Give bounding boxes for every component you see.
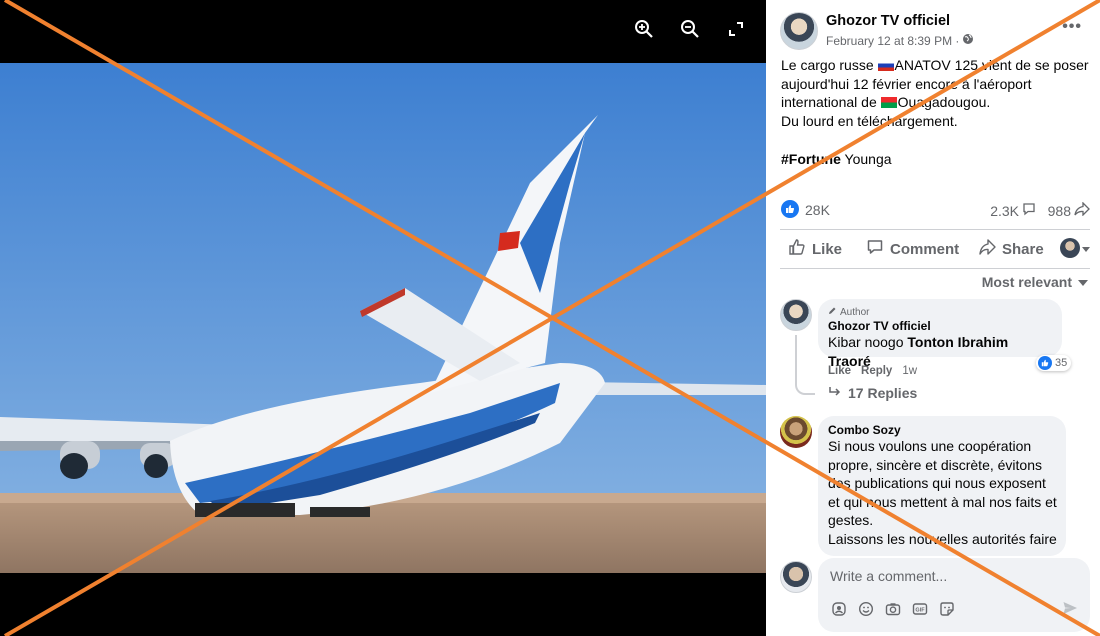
sort-label: Most relevant (981, 274, 1072, 290)
airplane-photo[interactable] (0, 63, 766, 573)
commenter-avatar[interactable] (780, 416, 812, 448)
comment-text-line: et qui nous mettent à mal nos faits et (828, 493, 1057, 510)
reactions-count[interactable]: 28K (805, 202, 830, 218)
post-panel: Ghozor TV officiel February 12 at 8:39 P… (766, 0, 1100, 636)
author-avatar[interactable] (780, 12, 818, 50)
like-label: Like (812, 240, 843, 258)
author-tag-label: Author (840, 306, 870, 318)
thread-line (795, 335, 815, 395)
caret-down-icon (1078, 274, 1088, 290)
russia-flag-icon (877, 60, 894, 71)
profile-avatar (1060, 238, 1080, 258)
post-header: Ghozor TV officiel February 12 at 8:39 P… (780, 12, 1090, 52)
replies-label: 17 Replies (848, 385, 918, 401)
comment-item: Combo Sozy Si nous voulons une coopérati… (780, 416, 1090, 556)
post-text-line: Du lourd en téléchargement. (781, 113, 958, 130)
commenter-name[interactable]: Combo Sozy (828, 423, 1055, 437)
burkina-faso-flag-icon (880, 97, 897, 109)
comment-text-line: gestes. (828, 512, 874, 528)
expand-icon[interactable] (724, 14, 748, 44)
comment-text: Si nous voulons une coopération propre, … (828, 437, 1057, 548)
pencil-icon (828, 306, 837, 318)
comment-reaction-count: 35 (1055, 357, 1068, 369)
like-button[interactable]: Like (788, 238, 842, 260)
post-text-line: aujourd'hui 12 février encore à l'aéropo… (781, 75, 1032, 92)
zoom-out-icon[interactable] (678, 14, 702, 44)
share-icon (978, 238, 996, 260)
hashtag-link[interactable]: #Fortune (781, 151, 841, 167)
shares-count: 988 (1047, 202, 1071, 219)
comment-text-line: Laissons les nouvelles autorités faire (828, 530, 1057, 547)
post-text: Le cargo russe ANATOV 125 vient de se po… (781, 56, 1093, 168)
comment-like-button[interactable]: Like (828, 365, 851, 377)
comment-input[interactable] (830, 568, 1070, 584)
shares-count-link[interactable]: 988 (1047, 201, 1090, 219)
comment-bubble-icon (1022, 202, 1036, 219)
comment-actions: Like Reply 1w (828, 365, 917, 377)
author-tag: Author (828, 306, 1051, 318)
post-text-segment: Younga (840, 150, 892, 167)
globe-icon (962, 33, 974, 48)
svg-text:GIF: GIF (915, 608, 925, 614)
composer-tools: GIF (830, 600, 956, 618)
comment-reactions[interactable]: 35 (1036, 355, 1072, 371)
comment-bubble: Combo Sozy Si nous voulons une coopérati… (818, 416, 1066, 556)
camera-icon[interactable] (884, 600, 902, 618)
gif-icon[interactable]: GIF (911, 600, 929, 618)
post-stats: 28K 2.3K 988 (781, 200, 1090, 220)
commenter-avatar[interactable] (780, 299, 812, 331)
comment-item: Author Ghozor TV officiel Kibar noogo To… (780, 299, 1090, 409)
caret-down-icon (1082, 240, 1090, 257)
airplane-image (0, 63, 766, 573)
comments-count-link[interactable]: 2.3K (990, 202, 1036, 219)
send-icon[interactable] (1062, 600, 1078, 621)
post-timestamp[interactable]: February 12 at 8:39 PM · (826, 34, 959, 48)
reply-arrow-icon (828, 385, 842, 401)
comment-text-line: des publications qui nous exposent (828, 475, 1046, 491)
view-replies-link[interactable]: 17 Replies (828, 385, 917, 401)
comment-timestamp[interactable]: 1w (902, 365, 917, 377)
author-name[interactable]: Ghozor TV officiel (826, 13, 950, 29)
divider (780, 229, 1090, 230)
share-button[interactable]: Share (978, 238, 1044, 260)
post-text-segment: Ouagadougou. (897, 94, 991, 111)
photo-viewer (0, 0, 766, 636)
comment-reply-button[interactable]: Reply (861, 365, 892, 377)
divider (780, 268, 1090, 269)
thumbs-up-icon (788, 238, 806, 260)
post-text-segment: ANATOV 125 vient de se poser (894, 57, 1089, 73)
comment-icon (866, 238, 884, 260)
post-meta: February 12 at 8:39 PM · (826, 33, 974, 48)
reaction-profile-selector[interactable] (1060, 238, 1090, 258)
comments-count: 2.3K (990, 202, 1019, 219)
share-arrow-icon (1074, 201, 1090, 219)
post-text-segment: international de (781, 94, 881, 111)
like-reaction-icon[interactable] (781, 200, 799, 218)
sticker-icon[interactable] (938, 600, 956, 618)
emoji-icon[interactable] (857, 600, 875, 618)
comment-text-line: propre, sincère et discrète, évitons (828, 456, 1042, 473)
comment-composer: GIF (780, 558, 1090, 632)
comment-text-line: Si nous voulons une coopération (828, 438, 1032, 454)
comment-sort-dropdown[interactable]: Most relevant (982, 274, 1088, 290)
commenter-name[interactable]: Ghozor TV officiel (828, 319, 1051, 333)
zoom-in-icon[interactable] (632, 14, 656, 44)
comment-bubble: Author Ghozor TV officiel Kibar noogo To… (818, 299, 1062, 369)
comment-label: Comment (890, 240, 960, 258)
post-actions: Like Comment Share (780, 236, 1090, 262)
more-options-icon[interactable]: ••• (1062, 18, 1082, 36)
my-avatar[interactable] (780, 561, 812, 593)
share-label: Share (1002, 240, 1044, 258)
post-text-segment: Le cargo russe (781, 57, 878, 73)
avatar-sticker-icon[interactable] (830, 600, 848, 618)
comment-text-plain: Kibar noogo (828, 334, 908, 350)
comment-input-box: GIF (818, 558, 1090, 632)
like-reaction-icon (1038, 356, 1052, 370)
